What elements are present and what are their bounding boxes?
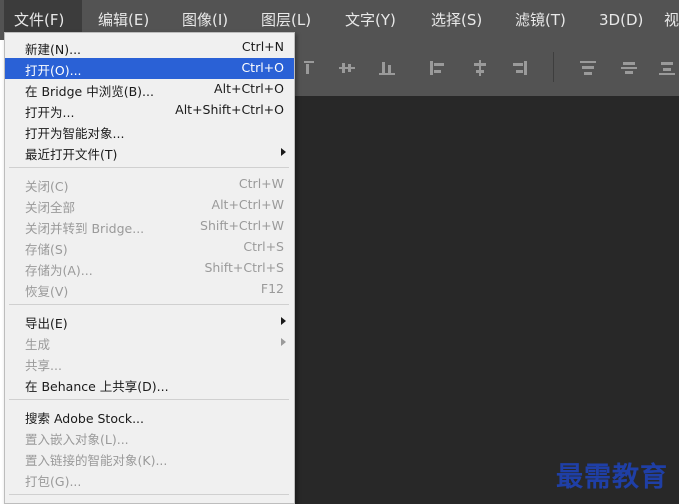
watermark-text: 最需教育 <box>556 462 668 493</box>
menu-item-label: 打开为智能对象... <box>25 126 125 141</box>
menu-item-shortcut: Alt+Ctrl+W <box>211 197 284 212</box>
distribute-horizontal-left-icon[interactable] <box>580 60 596 76</box>
menu-separator <box>9 167 289 168</box>
menu-item-label: 在 Behance 上共享(D)... <box>25 379 169 394</box>
menu-item-shortcut: F12 <box>260 281 284 296</box>
menu-item-close-all[interactable]: 关闭全部 Alt+Ctrl+W <box>5 195 294 216</box>
menu-item-shortcut: Ctrl+S <box>243 239 284 254</box>
menu-item-label: 置入链接的智能对象(K)... <box>25 453 168 468</box>
menu-item-label: 关闭并转到 Bridge... <box>25 221 145 236</box>
menu-item-close-and-go-to-bridge[interactable]: 关闭并转到 Bridge... Shift+Ctrl+W <box>5 216 294 237</box>
menu-type[interactable]: 文字(Y) <box>345 0 396 40</box>
menu-item-label: 关闭全部 <box>25 200 76 215</box>
menu-separator <box>9 494 289 495</box>
menu-item-label: 最近打开文件(T) <box>25 147 118 162</box>
menu-item-share[interactable]: 共享... <box>5 353 294 374</box>
menu-item-shortcut: Alt+Shift+Ctrl+O <box>175 102 284 117</box>
distribute-vertical-centers-icon[interactable] <box>472 60 488 76</box>
toolbar-divider <box>553 52 554 82</box>
file-menu-dropdown: 新建(N)... Ctrl+N 打开(O)... Ctrl+O 在 Bridge… <box>4 32 295 504</box>
align-vertical-centers-icon[interactable] <box>339 60 355 76</box>
menu-item-generate[interactable]: 生成 <box>5 332 294 353</box>
menu-item-open-as-smart-object[interactable]: 打开为智能对象... <box>5 121 294 142</box>
options-bar <box>295 40 679 96</box>
menu-filter[interactable]: 滤镜(T) <box>515 0 566 40</box>
menu-item-label: 共享... <box>25 358 62 373</box>
menu-item-shortcut: Shift+Ctrl+S <box>204 260 284 275</box>
distribute-horizontal-right-icon[interactable] <box>659 60 675 76</box>
menu-item-label: 关闭(C) <box>25 179 69 194</box>
menu-item-open-as[interactable]: 打开为... Alt+Shift+Ctrl+O <box>5 100 294 121</box>
menu-select[interactable]: 选择(S) <box>431 0 482 40</box>
menu-item-label: 存储(S) <box>25 242 68 257</box>
submenu-arrow-icon <box>281 148 286 156</box>
menu-item-shortcut: Ctrl+W <box>238 176 284 191</box>
menu-separator <box>9 399 289 400</box>
menu-item-export[interactable]: 导出(E) <box>5 311 294 332</box>
menu-item-label: 存储为(A)... <box>25 263 93 278</box>
submenu-arrow-icon <box>281 317 286 325</box>
menu-item-shortcut: Ctrl+N <box>241 39 284 54</box>
document-canvas <box>295 96 679 504</box>
menu-item-open[interactable]: 打开(O)... Ctrl+O <box>5 58 294 79</box>
menu-item-shortcut: Ctrl+O <box>241 60 284 75</box>
align-top-edges-icon[interactable] <box>303 60 319 76</box>
menu-view[interactable]: 视 <box>664 0 679 40</box>
menu-item-label: 置入嵌入对象(L)... <box>25 432 129 447</box>
distribute-horizontal-centers-icon[interactable] <box>621 60 637 76</box>
menu-item-save[interactable]: 存储(S) Ctrl+S <box>5 237 294 258</box>
menu-item-label: 在 Bridge 中浏览(B)... <box>25 84 154 99</box>
distribute-bottom-edges-icon[interactable] <box>512 60 528 76</box>
menu-item-save-as[interactable]: 存储为(A)... Shift+Ctrl+S <box>5 258 294 279</box>
menu-item-browse-in-bridge[interactable]: 在 Bridge 中浏览(B)... Alt+Ctrl+O <box>5 79 294 100</box>
menu-3d[interactable]: 3D(D) <box>599 0 643 40</box>
menu-item-label: 打开为... <box>25 105 75 120</box>
menu-item-shortcut: Alt+Ctrl+O <box>214 81 284 96</box>
distribute-top-edges-icon[interactable] <box>429 60 445 76</box>
menu-item-revert[interactable]: 恢复(V) F12 <box>5 279 294 300</box>
submenu-arrow-icon <box>281 338 286 346</box>
menu-item-package[interactable]: 打包(G)... <box>5 469 294 490</box>
menu-item-place-embedded[interactable]: 置入嵌入对象(L)... <box>5 427 294 448</box>
menu-item-shortcut: Shift+Ctrl+W <box>200 218 284 233</box>
menu-item-label: 导出(E) <box>25 316 68 331</box>
menu-item-label: 搜索 Adobe Stock... <box>25 411 145 426</box>
menu-item-place-linked[interactable]: 置入链接的智能对象(K)... <box>5 448 294 469</box>
menu-item-share-on-behance[interactable]: 在 Behance 上共享(D)... <box>5 374 294 395</box>
menu-separator <box>9 304 289 305</box>
menu-item-search-adobe-stock[interactable]: 搜索 Adobe Stock... <box>5 406 294 427</box>
align-bottom-edges-icon[interactable] <box>379 60 395 76</box>
menu-item-label: 恢复(V) <box>25 284 69 299</box>
menu-item-label: 打包(G)... <box>25 474 82 489</box>
menu-item-label: 新建(N)... <box>25 42 82 57</box>
menu-item-new[interactable]: 新建(N)... Ctrl+N <box>5 37 294 58</box>
menu-item-label: 生成 <box>25 337 51 352</box>
menu-item-close[interactable]: 关闭(C) Ctrl+W <box>5 174 294 195</box>
menu-item-open-recent[interactable]: 最近打开文件(T) <box>5 142 294 163</box>
menu-item-label: 打开(O)... <box>25 63 82 78</box>
